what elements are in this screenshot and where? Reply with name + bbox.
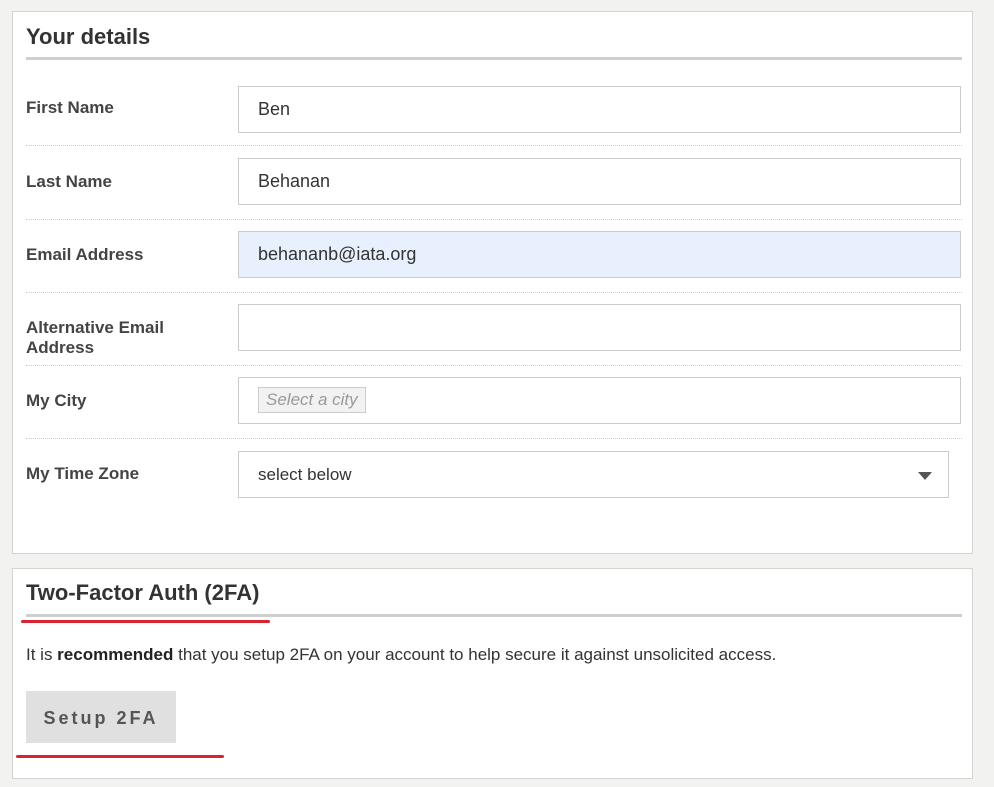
first-name-row: First Name Ben <box>26 60 962 146</box>
city-row: My City Select a city <box>26 366 962 439</box>
last-name-row: Last Name Behanan <box>26 146 962 220</box>
email-input[interactable]: behananb@iata.org <box>238 231 961 278</box>
city-placeholder-chip: Select a city <box>258 387 366 413</box>
alt-email-input[interactable] <box>238 304 961 351</box>
timezone-selected-value: select below <box>258 465 352 484</box>
two-factor-panel: Two-Factor Auth (2FA) It is recommended … <box>12 568 973 779</box>
annotation-underline-button <box>16 755 224 758</box>
alt-email-row: Alternative Email Address <box>26 293 962 366</box>
city-input[interactable]: Select a city <box>238 377 961 424</box>
last-name-input[interactable]: Behanan <box>238 158 961 205</box>
timezone-row: My Time Zone select below <box>26 439 962 513</box>
email-row: Email Address behananb@iata.org <box>26 220 962 293</box>
first-name-input[interactable]: Ben <box>238 86 961 133</box>
last-name-label: Last Name <box>26 172 112 191</box>
annotation-underline-title <box>21 620 270 623</box>
email-label: Email Address <box>26 245 144 264</box>
alt-email-label: Alternative Email Address <box>26 318 164 357</box>
setup-2fa-button[interactable]: Setup 2FA <box>26 691 176 743</box>
chevron-down-icon <box>918 472 932 480</box>
description-text-start: It is <box>26 645 58 664</box>
description-emphasis: recommended <box>57 645 174 664</box>
your-details-title: Your details <box>26 24 962 60</box>
timezone-label: My Time Zone <box>26 464 140 483</box>
city-label: My City <box>26 391 87 410</box>
two-factor-title: Two-Factor Auth (2FA) <box>26 579 962 617</box>
two-factor-description: It is recommended that you setup 2FA on … <box>26 645 776 665</box>
timezone-select[interactable]: select below <box>238 451 949 498</box>
your-details-panel: Your details First Name Ben Last Name Be… <box>12 11 973 554</box>
description-text-end: that you setup 2FA on your account to he… <box>173 645 777 664</box>
first-name-label: First Name <box>26 98 114 117</box>
